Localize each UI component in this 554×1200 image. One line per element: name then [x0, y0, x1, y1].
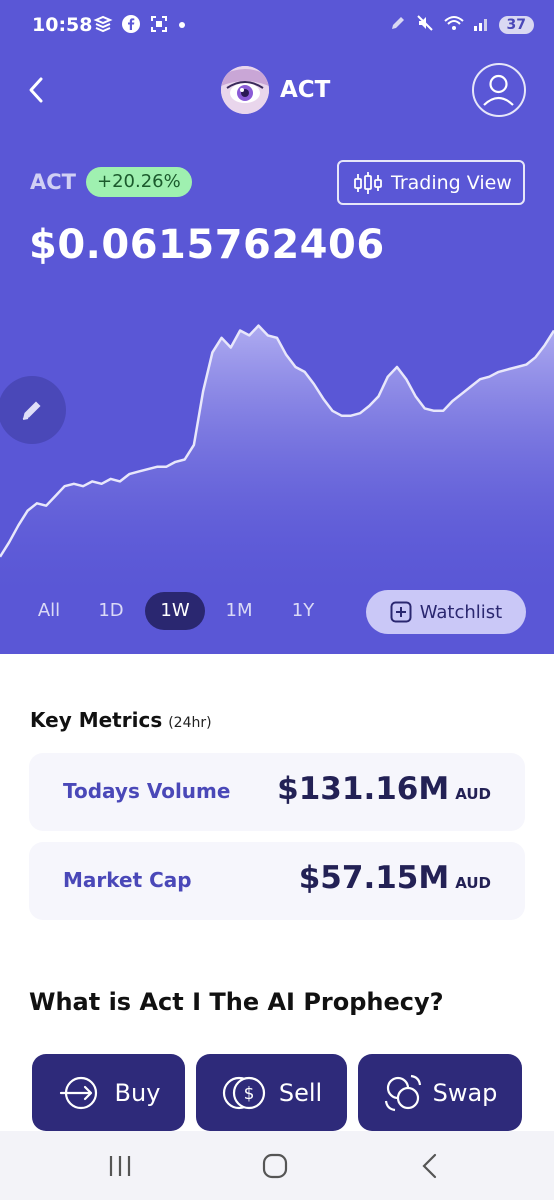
- metric-value: $57.15M: [298, 860, 450, 896]
- back-button[interactable]: [22, 72, 52, 108]
- recent-apps-icon: [109, 1156, 131, 1176]
- facebook-icon: [121, 14, 141, 38]
- about-section-title: What is Act I The AI Prophecy?: [29, 988, 444, 1016]
- chevron-left-icon: [29, 77, 43, 103]
- dot-icon: [177, 14, 187, 38]
- sell-button[interactable]: $ Sell: [196, 1054, 347, 1131]
- buy-label: Buy: [114, 1078, 161, 1107]
- trading-view-label: Trading View: [391, 171, 512, 194]
- tab-1m[interactable]: 1M: [220, 592, 258, 630]
- tab-1d[interactable]: 1D: [92, 592, 130, 630]
- metric-unit: AUD: [455, 785, 491, 803]
- home-button[interactable]: [255, 1151, 295, 1181]
- swap-circles-icon: [384, 1074, 421, 1111]
- key-metrics-heading: Key Metrics (24hr): [30, 708, 212, 732]
- candlestick-icon: [354, 171, 382, 194]
- price-change-badge: +20.26%: [86, 167, 192, 197]
- coin-hero: 10:58 37 ACT ACT +20.26% Trading View $0…: [0, 0, 554, 654]
- recent-apps-button[interactable]: [100, 1151, 140, 1181]
- metric-unit: AUD: [455, 874, 491, 892]
- price-chart[interactable]: [0, 290, 554, 590]
- metric-value-group: $57.15M AUD: [299, 860, 491, 896]
- trading-view-button[interactable]: Trading View: [337, 160, 525, 205]
- key-metrics-period: (24hr): [168, 715, 212, 731]
- battery-indicator: 37: [498, 16, 534, 34]
- coins-dollar-icon: $: [222, 1076, 265, 1109]
- header-title: ACT: [280, 77, 331, 103]
- key-metrics-title: Key Metrics: [30, 708, 163, 732]
- metric-label: Todays Volume: [63, 779, 231, 803]
- swap-label: Swap: [432, 1078, 498, 1107]
- pencil-icon: [22, 401, 41, 420]
- svg-text:$: $: [243, 1084, 254, 1104]
- watchlist-button[interactable]: Watchlist: [366, 590, 526, 634]
- metric-label: Market Cap: [63, 868, 192, 892]
- mute-icon: [415, 13, 435, 37]
- metric-value-group: $131.16M AUD: [277, 771, 491, 807]
- metric-card-market-cap: Market Cap $57.15M AUD: [29, 842, 525, 920]
- pen-icon: [389, 14, 407, 36]
- signal-icon: [473, 13, 491, 37]
- back-icon: [422, 1153, 437, 1179]
- system-back-button[interactable]: [410, 1151, 450, 1181]
- buy-button[interactable]: Buy: [32, 1054, 185, 1131]
- wifi-icon: [443, 13, 465, 37]
- metric-card-volume: Todays Volume $131.16M AUD: [29, 753, 525, 831]
- status-time: 10:58: [32, 14, 93, 36]
- edit-button[interactable]: [0, 376, 66, 444]
- home-icon: [262, 1153, 288, 1179]
- metric-value: $131.16M: [277, 771, 450, 807]
- status-bar: 10:58 37: [0, 0, 554, 52]
- app-icon: [93, 14, 113, 38]
- user-circle-icon: [483, 74, 514, 106]
- coin-symbol: ACT: [30, 170, 76, 194]
- swap-button[interactable]: Swap: [358, 1054, 522, 1131]
- tab-1w[interactable]: 1W: [145, 592, 205, 630]
- screenshot-icon: [149, 14, 169, 38]
- sell-label: Sell: [278, 1078, 323, 1107]
- tab-1y[interactable]: 1Y: [284, 592, 322, 630]
- coin-avatar: [221, 66, 269, 114]
- app-root: 10:58 37 ACT ACT +20.26% Trading View $0…: [0, 0, 554, 1200]
- plus-square-icon: [390, 601, 412, 623]
- arrow-right-circle-icon: [59, 1076, 97, 1109]
- system-nav-bar: [0, 1131, 554, 1200]
- profile-button[interactable]: [472, 63, 526, 117]
- status-right-icons: 37: [389, 13, 534, 37]
- chart-area-fill: [0, 325, 554, 590]
- tab-all[interactable]: All: [30, 592, 68, 630]
- time-range-tabs: All 1D 1W 1M 1Y: [0, 592, 360, 632]
- watchlist-label: Watchlist: [419, 601, 503, 623]
- status-left-icons: [93, 14, 187, 38]
- coin-price: $0.0615762406: [29, 222, 385, 268]
